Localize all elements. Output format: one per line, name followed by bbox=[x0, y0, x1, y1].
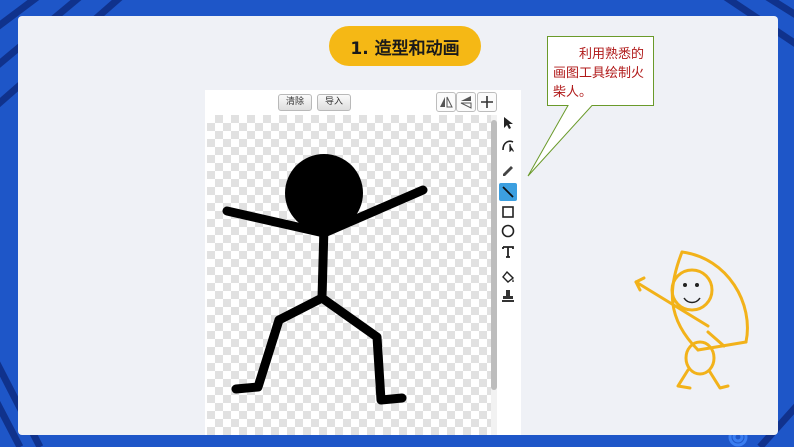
stamp-tool[interactable] bbox=[499, 287, 517, 305]
ellipse-tool[interactable] bbox=[499, 222, 517, 240]
fill-tool[interactable] bbox=[499, 268, 517, 286]
pencil-tool[interactable] bbox=[499, 162, 517, 180]
clear-button[interactable]: 清除 bbox=[278, 94, 313, 111]
flip-horizontal-button[interactable] bbox=[436, 92, 456, 112]
text-icon bbox=[502, 246, 514, 258]
rectangle-icon bbox=[502, 206, 514, 218]
pencil-icon bbox=[503, 166, 513, 176]
ellipse-icon bbox=[501, 224, 515, 238]
stamp-icon bbox=[502, 290, 514, 302]
reshape-icon bbox=[502, 140, 515, 152]
paint-editor: 清除 导入 bbox=[205, 90, 521, 435]
archer-cartoon-icon bbox=[634, 250, 749, 390]
drawing-canvas[interactable] bbox=[207, 115, 492, 435]
slide-title: 1. 造型和动画 bbox=[329, 26, 481, 66]
flip-vertical-icon bbox=[460, 96, 472, 109]
reshape-tool[interactable] bbox=[499, 136, 517, 154]
select-tool[interactable] bbox=[499, 114, 517, 132]
flip-horizontal-icon bbox=[440, 96, 453, 108]
text-tool[interactable] bbox=[499, 243, 517, 261]
canvas-scrollbar[interactable] bbox=[491, 115, 497, 435]
callout-text: 利用熟悉的画图工具绘制火柴人。 bbox=[553, 47, 645, 100]
import-button[interactable]: 导入 bbox=[317, 94, 352, 111]
select-arrow-icon bbox=[504, 117, 513, 129]
line-icon bbox=[502, 186, 514, 198]
flip-vertical-button[interactable] bbox=[456, 92, 476, 112]
plus-icon bbox=[481, 96, 493, 108]
fill-bucket-icon bbox=[502, 270, 515, 283]
set-center-button[interactable] bbox=[477, 92, 497, 112]
scrollbar-thumb[interactable] bbox=[491, 120, 497, 390]
stick-figure-drawing bbox=[222, 154, 428, 405]
line-tool[interactable] bbox=[499, 183, 517, 201]
rectangle-tool[interactable] bbox=[499, 203, 517, 221]
